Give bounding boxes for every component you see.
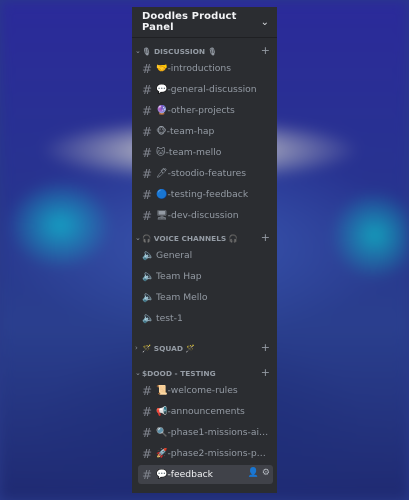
channel-stoodio-features[interactable]: # 🖊-stoodio-features (138, 164, 273, 183)
category-voice-channels[interactable]: ⌄ 🎧 VOICE CHANNELS 🎧 + (132, 230, 277, 246)
text-channel-icon: # (142, 187, 153, 202)
text-channel-icon: # (142, 383, 153, 398)
gear-icon[interactable]: ⚙ (262, 468, 270, 478)
text-channel-icon: # (142, 166, 153, 181)
discussion-channel-list: # 🤝-introductions # 💬-general-discussion #… (132, 59, 277, 225)
category-discussion[interactable]: ⌄ 🎙 DISCUSSION 🎙 + (132, 43, 277, 59)
speaker-icon: 🔈 (142, 313, 155, 324)
channel-introductions[interactable]: # 🤝-introductions (138, 59, 273, 78)
text-channel-icon: # (142, 145, 153, 160)
voice-channel-test-1[interactable]: 🔈 test-1 (138, 309, 273, 328)
add-channel-icon[interactable]: + (261, 232, 270, 243)
channel-tools: 👤 ⚙ (248, 468, 270, 478)
category-name: 🎙 DISCUSSION 🎙 (142, 46, 218, 56)
channel-announcements[interactable]: # 📢-announcements (138, 402, 273, 421)
channel-sidebar: Doodles Product Panel ⌄ ⌄ 🎙 DISCUSSION 🎙… (132, 7, 277, 493)
text-channel-icon: # (142, 446, 153, 461)
channel-testing-feedback[interactable]: # 🔵-testing-feedback (138, 185, 273, 204)
speaker-icon: 🔈 (142, 271, 155, 282)
category-name: 🎧 VOICE CHANNELS 🎧 (142, 233, 238, 243)
add-channel-icon[interactable]: + (261, 342, 270, 353)
channel-phase2-missions[interactable]: # 🚀-phase2-missions-post (138, 444, 273, 463)
category-dood-testing[interactable]: ⌄ $DOOD - TESTING + (132, 365, 277, 381)
dood-channel-list: # 📜-welcome-rules # 📢-announcements # 🔍-pha… (132, 381, 277, 484)
voice-channel-team-mello[interactable]: 🔈 Team Mello (138, 288, 273, 307)
category-name: 🪄 SQUAD 🪄 (142, 343, 195, 353)
collapse-arrow-icon[interactable]: ⌄ (135, 369, 142, 377)
voice-channel-list: 🔈 General 🔈 Team Hap 🔈 Team Mello 🔈 test-1 (132, 246, 277, 328)
text-channel-icon: # (142, 467, 153, 482)
server-header[interactable]: Doodles Product Panel ⌄ (132, 7, 277, 38)
channel-other-projects[interactable]: # 🔮-other-projects (138, 101, 273, 120)
text-channel-icon: # (142, 425, 153, 440)
category-squad[interactable]: › 🪄 SQUAD 🪄 + (132, 340, 277, 356)
channel-team-mello[interactable]: # 🐱-team-mello (138, 143, 273, 162)
add-user-icon[interactable]: 👤 (248, 468, 259, 478)
add-channel-icon[interactable]: + (261, 367, 270, 378)
channel-dev-discussion[interactable]: # 🖥-dev-discussion (138, 206, 273, 225)
text-channel-icon: # (142, 124, 153, 139)
server-name: Doodles Product Panel (142, 11, 237, 33)
collapsed-arrow-icon[interactable]: › (135, 344, 142, 352)
speaker-icon: 🔈 (142, 250, 155, 261)
channel-phase1-missions[interactable]: #🔍-phase1-missions-airdrop (138, 423, 273, 442)
channel-team-hap[interactable]: # 🐵-team-hap (138, 122, 273, 141)
channel-general-discussion[interactable]: # 💬-general-discussion (138, 80, 273, 99)
collapse-arrow-icon[interactable]: ⌄ (135, 47, 142, 55)
text-channel-icon: # (142, 208, 153, 223)
voice-channel-team-hap[interactable]: 🔈 Team Hap (138, 267, 273, 286)
channel-welcome-rules[interactable]: # 📜-welcome-rules (138, 381, 273, 400)
speaker-icon: 🔈 (142, 292, 155, 303)
text-channel-icon: # (142, 103, 153, 118)
collapse-arrow-icon[interactable]: ⌄ (135, 234, 142, 242)
text-channel-icon: # (142, 61, 153, 76)
category-name: $DOOD - TESTING (142, 368, 216, 378)
add-channel-icon[interactable]: + (261, 45, 270, 56)
text-channel-icon: # (142, 404, 153, 419)
chevron-down-icon[interactable]: ⌄ (261, 17, 269, 28)
voice-channel-general[interactable]: 🔈 General (138, 246, 273, 265)
channel-feedback[interactable]: # 💬-feedback 👤 ⚙ (138, 465, 273, 484)
text-channel-icon: # (142, 82, 153, 97)
